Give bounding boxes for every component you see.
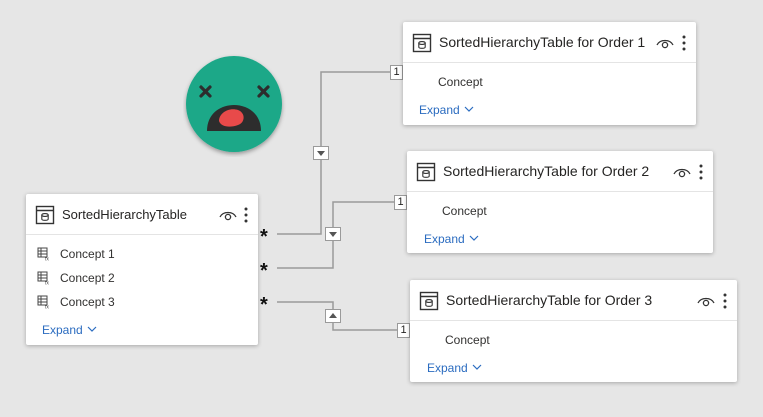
expand-link[interactable]: Expand [424, 232, 479, 246]
expand-link[interactable]: Expand [42, 323, 97, 337]
chevron-down-icon [87, 326, 97, 332]
card-header[interactable]: SortedHierarchyTable for Order 3 [410, 280, 737, 321]
chevron-down-icon [464, 106, 474, 112]
one-cardinality-label: 1 [397, 323, 410, 338]
table-title: SortedHierarchyTable for Order 2 [443, 163, 650, 179]
order-3-table-card[interactable]: SortedHierarchyTable for Order 3 Concept… [410, 280, 737, 382]
eye-icon[interactable] [219, 209, 237, 221]
table-title: SortedHierarchyTable [62, 207, 188, 222]
hierarchy-field-icon: fx [37, 271, 49, 286]
order-2-table-card[interactable]: SortedHierarchyTable for Order 2 Concept… [407, 151, 713, 253]
dead-face-sticker [186, 56, 282, 152]
expand-link[interactable]: Expand [427, 361, 482, 375]
hierarchy-field-icon: fx [37, 295, 49, 310]
table-icon [412, 33, 432, 53]
table-title: SortedHierarchyTable for Order 3 [446, 292, 653, 308]
more-options-icon[interactable] [243, 206, 249, 224]
many-cardinality-label: * [260, 294, 268, 316]
card-header[interactable]: SortedHierarchyTable for Order 1 [403, 22, 696, 63]
field-concept[interactable]: Concept [442, 204, 487, 218]
table-icon [419, 291, 439, 311]
filter-direction-down-icon[interactable] [313, 146, 329, 160]
main-table-card[interactable]: SortedHierarchyTable fx Concept 1 fx Con… [26, 194, 258, 345]
eye-icon[interactable] [656, 37, 674, 49]
filter-direction-up-icon[interactable] [325, 309, 341, 323]
field-concept[interactable]: Concept [445, 333, 490, 347]
field-concept-1[interactable]: Concept 1 [60, 247, 115, 261]
more-options-icon[interactable] [681, 34, 687, 52]
more-options-icon[interactable] [722, 292, 728, 310]
chevron-down-icon [469, 235, 479, 241]
svg-text:fx: fx [45, 257, 49, 262]
svg-text:fx: fx [45, 305, 49, 310]
expand-link[interactable]: Expand [419, 103, 474, 117]
hierarchy-field-icon: fx [37, 247, 49, 262]
many-cardinality-label: * [260, 260, 268, 282]
field-concept-3[interactable]: Concept 3 [60, 295, 115, 309]
eye-icon[interactable] [673, 166, 691, 178]
order-1-table-card[interactable]: SortedHierarchyTable for Order 1 Concept… [403, 22, 696, 125]
one-cardinality-label: 1 [390, 65, 403, 80]
expand-label: Expand [42, 323, 83, 337]
eye-icon[interactable] [697, 295, 715, 307]
field-concept[interactable]: Concept [438, 75, 483, 89]
more-options-icon[interactable] [698, 163, 704, 181]
card-header[interactable]: SortedHierarchyTable for Order 2 [407, 151, 713, 192]
table-icon [35, 205, 55, 225]
many-cardinality-label: * [260, 226, 268, 248]
svg-text:fx: fx [45, 281, 49, 286]
table-title: SortedHierarchyTable for Order 1 [439, 34, 646, 50]
expand-label: Expand [419, 103, 460, 117]
expand-label: Expand [427, 361, 468, 375]
expand-label: Expand [424, 232, 465, 246]
one-cardinality-label: 1 [394, 195, 407, 210]
field-concept-2[interactable]: Concept 2 [60, 271, 115, 285]
filter-direction-down-icon[interactable] [325, 227, 341, 241]
card-header[interactable]: SortedHierarchyTable [26, 194, 258, 235]
table-icon [416, 162, 436, 182]
chevron-down-icon [472, 364, 482, 370]
